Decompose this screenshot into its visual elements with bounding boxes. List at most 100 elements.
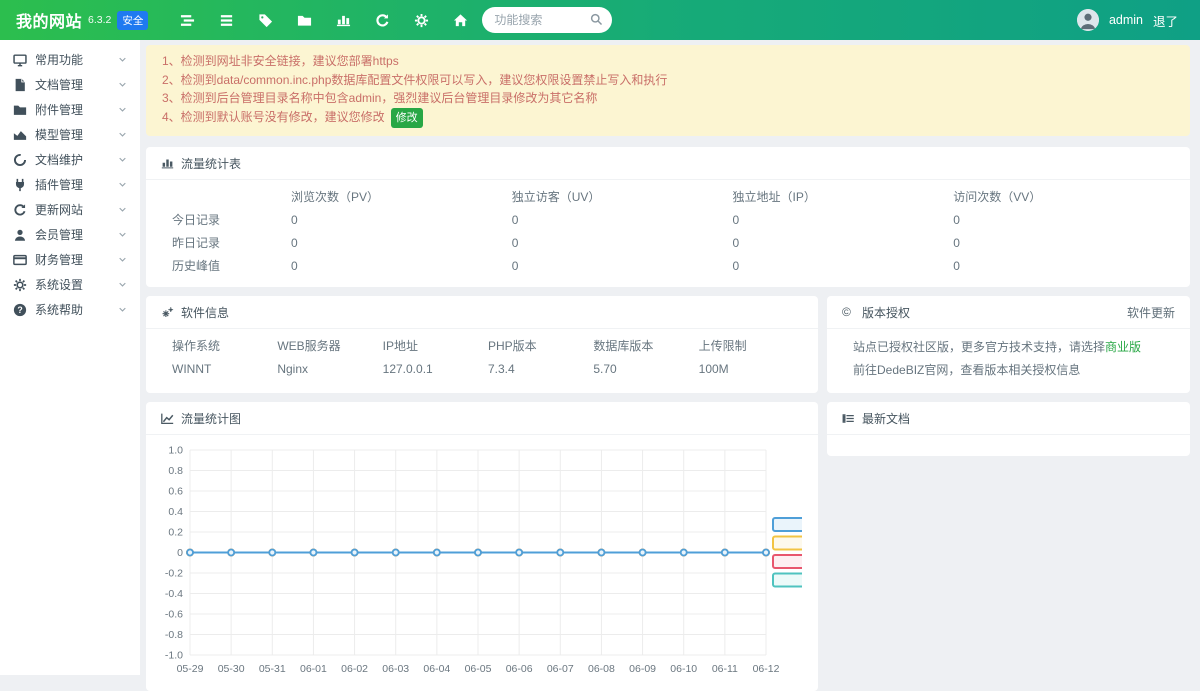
license-panel: © 版本授权 软件更新 站点已授权社区版，更多官方技术支持，请选择商业版 前往D… <box>827 296 1190 393</box>
software-values-row: WINNT Nginx 127.0.0.1 7.3.4 5.70 100M <box>172 357 804 380</box>
col-vv: 访问次数（VV） <box>953 188 1174 205</box>
svg-text:?: ? <box>17 305 22 315</box>
folder-icon[interactable] <box>297 13 312 28</box>
software-info-body: 操作系统 WEB服务器 IP地址 PHP版本 数据库版本 上传限制 WINNT … <box>146 329 818 391</box>
cogs-icon <box>161 306 174 319</box>
svg-text:0.8: 0.8 <box>168 465 183 477</box>
bar-chart-icon <box>161 157 174 170</box>
home-icon[interactable] <box>453 13 468 28</box>
alert-line: 4、检测到默认账号没有修改，建议您修改修改 <box>162 108 1174 129</box>
svg-text:05-30: 05-30 <box>218 663 245 675</box>
logout-link[interactable]: 退了 <box>1153 11 1178 30</box>
chevron-down-icon <box>118 55 127 64</box>
bottom-row: 流量统计图 1.00.80.60.40.20-0.2-0.4-0.6-0.8-1… <box>146 402 1190 691</box>
svg-text:05-31: 05-31 <box>259 663 286 675</box>
chevron-down-icon <box>118 155 127 164</box>
user-avatar[interactable] <box>1077 9 1099 31</box>
alert-line: 2、检测到data/common.inc.php数据库配置文件权限可以写入，建议… <box>162 71 1174 90</box>
panel-title: 版本授权 <box>862 304 910 321</box>
search-box <box>482 7 612 33</box>
sidebar-item-model-management[interactable]: 模型管理 <box>0 122 140 147</box>
version-label: 6.3.2 <box>88 14 111 26</box>
refresh-icon[interactable] <box>375 13 390 28</box>
svg-text:0.6: 0.6 <box>168 486 183 498</box>
line-chart-icon <box>161 412 174 425</box>
sidebar-item-plugin-management[interactable]: 插件管理 <box>0 172 140 197</box>
table-row: 历史峰值 0 0 0 0 <box>172 254 1174 277</box>
gear-icon <box>13 278 27 292</box>
circle-notch-icon <box>13 153 27 167</box>
gear-icon[interactable] <box>414 13 429 28</box>
latest-docs-header: 最新文档 <box>827 402 1190 435</box>
sidebar-item-label: 文档管理 <box>35 76 83 93</box>
sidebar-item-member-management[interactable]: 会员管理 <box>0 222 140 247</box>
chevron-down-icon <box>118 230 127 239</box>
traffic-chart-panel: 流量统计图 1.00.80.60.40.20-0.2-0.4-0.6-0.8-1… <box>146 402 818 691</box>
software-update-link[interactable]: 软件更新 <box>1127 304 1175 321</box>
webserver-value: Nginx <box>277 362 382 376</box>
info-row: 软件信息 操作系统 WEB服务器 IP地址 PHP版本 数据库版本 上传限制 W… <box>146 296 1190 393</box>
traffic-stats-header: 流量统计表 <box>146 147 1190 180</box>
security-badge[interactable]: 安全 <box>117 11 148 30</box>
license-body: 站点已授权社区版，更多官方技术支持，请选择商业版 前往DedeBIZ官网，查看版… <box>827 329 1190 393</box>
sidebar-item-label: 更新网站 <box>35 201 83 218</box>
db-version-value: 5.70 <box>593 362 698 376</box>
plug-icon <box>13 178 27 192</box>
sidebar-item-system-help[interactable]: ? 系统帮助 <box>0 297 140 322</box>
row-label: 今日记录 <box>172 211 291 228</box>
svg-text:-0.4: -0.4 <box>165 588 183 600</box>
chart-bar-icon[interactable] <box>336 13 351 28</box>
commercial-edition-link[interactable]: 商业版 <box>1105 340 1141 354</box>
latest-docs-panel: 最新文档 <box>827 402 1190 456</box>
svg-text:06-05: 06-05 <box>465 663 492 675</box>
brand[interactable]: 我的网站 6.3.2 安全 <box>16 8 148 32</box>
sidebar-item-attachment-management[interactable]: 附件管理 <box>0 97 140 122</box>
menu-bars-icon[interactable] <box>219 13 234 28</box>
traffic-columns-row: 浏览次数（PV） 独立访客（UV） 独立地址（IP） 访问次数（VV） <box>172 185 1174 208</box>
modify-button[interactable]: 修改 <box>391 108 423 129</box>
sidebar-item-common-functions[interactable]: 常用功能 <box>0 47 140 72</box>
sidebar-item-label: 文档维护 <box>35 151 83 168</box>
latest-docs-body <box>827 435 1190 456</box>
svg-text:-0.6: -0.6 <box>165 609 183 621</box>
sidebar-item-label: 系统设置 <box>35 276 83 293</box>
chevron-down-icon <box>118 130 127 139</box>
svg-text:06-08: 06-08 <box>588 663 615 675</box>
svg-text:0: 0 <box>177 547 183 559</box>
stream-icon[interactable] <box>180 13 195 28</box>
chevron-down-icon <box>118 80 127 89</box>
table-row: 今日记录 0 0 0 0 <box>172 208 1174 231</box>
user-icon <box>13 228 27 242</box>
license-header: © 版本授权 软件更新 <box>827 296 1190 329</box>
panel-title: 流量统计表 <box>181 155 241 172</box>
tag-icon[interactable] <box>258 13 273 28</box>
chevron-down-icon <box>118 180 127 189</box>
copyright-icon: © <box>842 306 855 319</box>
sidebar-item-label: 财务管理 <box>35 251 83 268</box>
chevron-down-icon <box>118 280 127 289</box>
sidebar-item-update-site[interactable]: 更新网站 <box>0 197 140 222</box>
refresh-icon <box>13 203 27 217</box>
sidebar: 常用功能 文档管理 附件管理 模型管理 文档维护 插件管理 更新网站 会员管理 <box>0 40 140 675</box>
license-line: 前往DedeBIZ官网，查看版本相关授权信息 <box>853 359 1174 382</box>
chevron-down-icon <box>118 105 127 114</box>
svg-text:06-10: 06-10 <box>670 663 697 675</box>
sidebar-item-document-maintenance[interactable]: 文档维护 <box>0 147 140 172</box>
svg-text:06-06: 06-06 <box>506 663 533 675</box>
svg-text:-0.8: -0.8 <box>165 629 183 641</box>
sidebar-item-system-settings[interactable]: 系统设置 <box>0 272 140 297</box>
software-columns-row: 操作系统 WEB服务器 IP地址 PHP版本 数据库版本 上传限制 <box>172 334 804 357</box>
svg-text:-0.2: -0.2 <box>165 568 183 580</box>
sidebar-item-document-management[interactable]: 文档管理 <box>0 72 140 97</box>
svg-text:06-03: 06-03 <box>382 663 409 675</box>
chevron-down-icon <box>118 205 127 214</box>
sidebar-item-label: 系统帮助 <box>35 301 83 318</box>
username-label[interactable]: admin <box>1109 13 1143 27</box>
chart-area-icon <box>13 128 27 142</box>
row-label: 昨日记录 <box>172 234 291 251</box>
search-icon[interactable] <box>590 13 603 26</box>
table-row: 昨日记录 0 0 0 0 <box>172 231 1174 254</box>
sidebar-item-finance-management[interactable]: 财务管理 <box>0 247 140 272</box>
svg-text:0.2: 0.2 <box>168 527 183 539</box>
os-value: WINNT <box>172 362 277 376</box>
